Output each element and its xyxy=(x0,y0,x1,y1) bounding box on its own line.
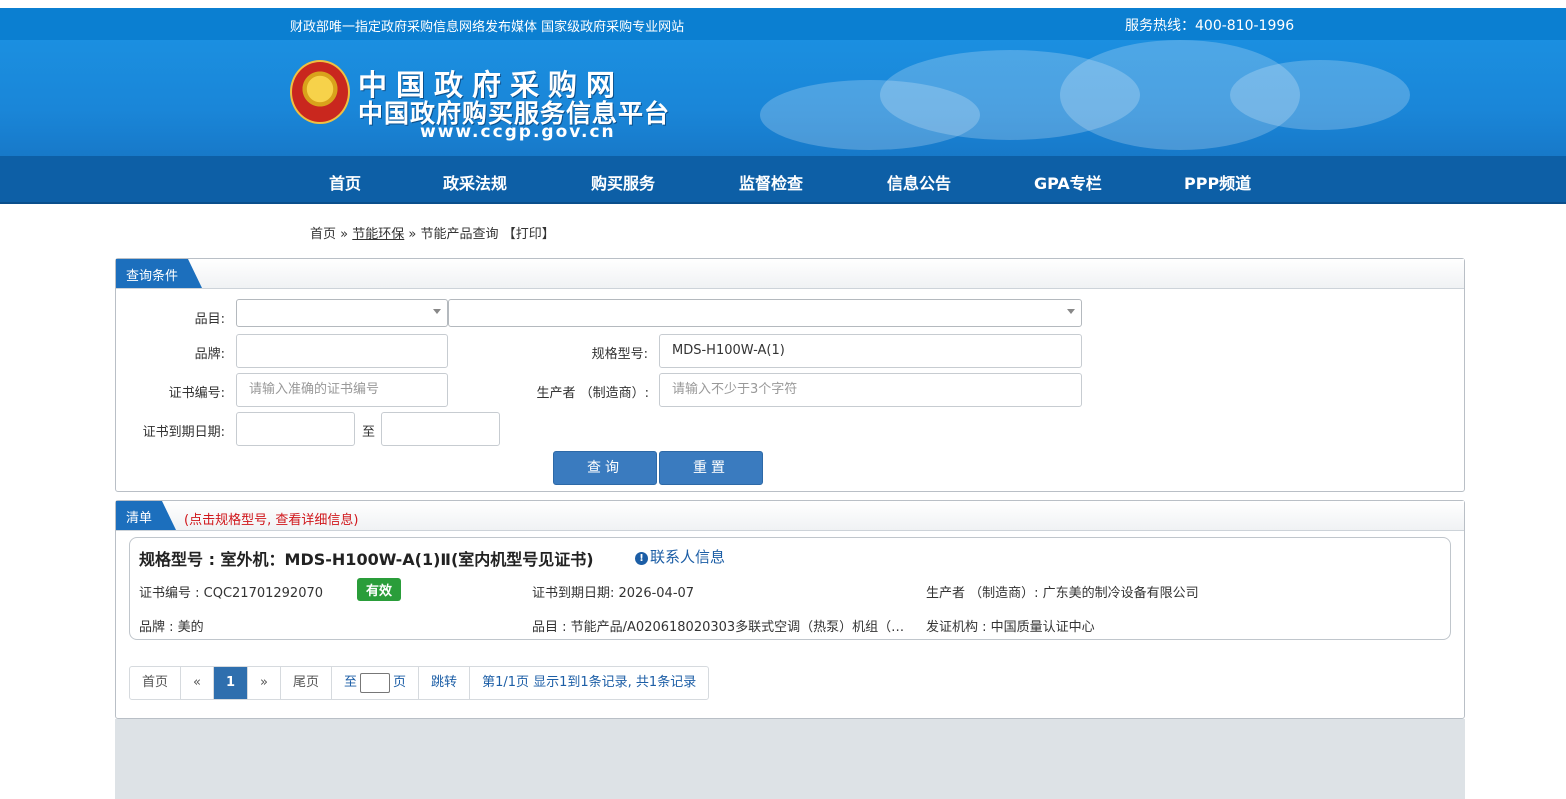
nav-item-gpa[interactable]: GPA专栏 xyxy=(1034,170,1102,194)
cert-no-label: 证书编号: xyxy=(168,386,225,401)
expire-date-value: 证书到期日期: 2026-04-07 xyxy=(532,586,695,601)
breadcrumb-separator: » xyxy=(408,227,417,242)
nav-item-regulations[interactable]: 政采法规 xyxy=(443,170,507,194)
contact-info-link[interactable]: ! 联系人信息 xyxy=(635,546,725,567)
query-panel-tab: 查询条件 xyxy=(116,259,203,288)
pager-prev[interactable]: « xyxy=(181,667,214,699)
page-number-input[interactable] xyxy=(360,672,391,693)
breadcrumb: 首页 » 节能环保 » 节能产品查询 【打印】 xyxy=(310,223,555,242)
pager-info: 第1/1页 显示1到1条记录, 共1条记录 xyxy=(482,675,697,690)
nav-item-ppp[interactable]: PPP频道 xyxy=(1184,170,1251,194)
nav-item-announcements[interactable]: 信息公告 xyxy=(887,170,951,194)
model-label: 规格型号: xyxy=(591,347,648,362)
cloud-decoration xyxy=(1230,60,1410,130)
header-banner: ★ 中国政府采购网 中国政府购买服务信息平台 www.ccgp.gov.cn xyxy=(0,40,1566,156)
brand-value: 品牌 : 美的 xyxy=(139,620,204,635)
pager-first[interactable]: 首页 xyxy=(130,667,182,699)
list-panel: 清单 (点击规格型号, 查看详细信息) 规格型号 : 室外机：MDS-H100W… xyxy=(115,500,1465,719)
nav-item-home[interactable]: 首页 xyxy=(329,170,361,194)
breadcrumb-separator: » xyxy=(340,227,349,242)
cert-no-input[interactable]: 请输入准确的证书编号 xyxy=(236,373,448,407)
list-panel-header: 清单 (点击规格型号, 查看详细信息) xyxy=(116,501,1464,531)
list-panel-tab: 清单 xyxy=(116,501,177,530)
date-range-to-label: 至 xyxy=(361,425,375,440)
result-title: 规格型号 : 室外机：MDS-H100W-A(1)Ⅱ(室内机型号见证书) xyxy=(139,546,594,570)
model-prefix: 规格型号 : xyxy=(139,550,221,569)
footer-background xyxy=(115,719,1465,799)
model-link[interactable]: 室外机：MDS-H100W-A(1)Ⅱ(室内机型号见证书) xyxy=(221,550,594,569)
list-hint: (点击规格型号, 查看详细信息) xyxy=(184,513,359,528)
category-select-level2[interactable] xyxy=(448,299,1082,327)
pager-jump-group: 至页 xyxy=(332,667,420,699)
query-panel-header: 查询条件 xyxy=(116,259,1464,289)
cert-no-value: 证书编号 : CQC21701292070 xyxy=(139,586,324,601)
category-select-level1[interactable] xyxy=(236,299,448,327)
national-emblem-icon: ★ xyxy=(290,60,350,124)
chevron-down-icon xyxy=(433,309,441,314)
category-value: 品目 : 节能产品/A020618020303多联式空调（热泵）机组（… xyxy=(532,620,905,635)
expire-date-to-input[interactable] xyxy=(381,412,500,446)
nav-item-purchase-services[interactable]: 购买服务 xyxy=(591,170,655,194)
chevron-down-icon xyxy=(1067,309,1075,314)
breadcrumb-home[interactable]: 首页 xyxy=(310,227,336,242)
reset-button[interactable]: 重置 xyxy=(659,451,763,485)
search-button[interactable]: 查询 xyxy=(553,451,657,485)
service-hotline: 服务热线：400-810-1996 xyxy=(1125,18,1295,34)
brand-input[interactable] xyxy=(236,334,448,368)
pagination: 首页 « 1 » 尾页 至页 跳转 第1/1页 显示1到1条记录, 共1条记录 xyxy=(129,666,710,700)
top-bar: 财政部唯一指定政府采购信息网络发布媒体 国家级政府采购专业网站 服务热线：400… xyxy=(0,8,1566,40)
pager-jump-button[interactable]: 跳转 xyxy=(419,667,471,699)
breadcrumb-energy-env[interactable]: 节能环保 xyxy=(352,227,404,242)
site-logo-url: www.ccgp.gov.cn xyxy=(420,122,616,142)
expire-date-label: 证书到期日期: xyxy=(142,425,225,440)
manufacturer-input[interactable]: 请输入不少于3个字符 xyxy=(659,373,1082,407)
main-nav: 首页 政采法规 购买服务 监督检查 信息公告 GPA专栏 PPP频道 xyxy=(0,156,1566,204)
info-icon: ! xyxy=(635,552,648,565)
manufacturer-label: 生产者 （制造商）: xyxy=(536,386,649,401)
nav-item-supervision[interactable]: 监督检查 xyxy=(739,170,803,194)
result-card: 规格型号 : 室外机：MDS-H100W-A(1)Ⅱ(室内机型号见证书) ! 联系… xyxy=(129,537,1451,640)
print-link[interactable]: 【打印】 xyxy=(503,227,555,242)
breadcrumb-current: 节能产品查询 xyxy=(420,227,499,242)
pager-to-label: 至 xyxy=(344,675,358,690)
pager-page-unit: 页 xyxy=(393,675,407,690)
manufacturer-value: 生产者 （制造商）: 广东美的制冷设备有限公司 xyxy=(926,586,1199,601)
pager-last[interactable]: 尾页 xyxy=(281,667,333,699)
category-label: 品目: xyxy=(194,312,225,327)
issuer-value: 发证机构 : 中国质量认证中心 xyxy=(926,620,1095,635)
pager-next[interactable]: » xyxy=(248,667,281,699)
site-slogan: 财政部唯一指定政府采购信息网络发布媒体 国家级政府采购专业网站 xyxy=(290,20,685,35)
contact-info-label: 联系人信息 xyxy=(650,548,726,566)
status-badge: 有效 xyxy=(357,578,402,601)
expire-date-from-input[interactable] xyxy=(236,412,355,446)
pager-current-page[interactable]: 1 xyxy=(213,667,249,699)
query-panel: 查询条件 品目: 品牌: 规格型号: MDS-H100W-A(1) 证书编号: … xyxy=(115,258,1465,492)
model-input[interactable]: MDS-H100W-A(1) xyxy=(659,334,1082,368)
brand-label: 品牌: xyxy=(194,347,225,362)
